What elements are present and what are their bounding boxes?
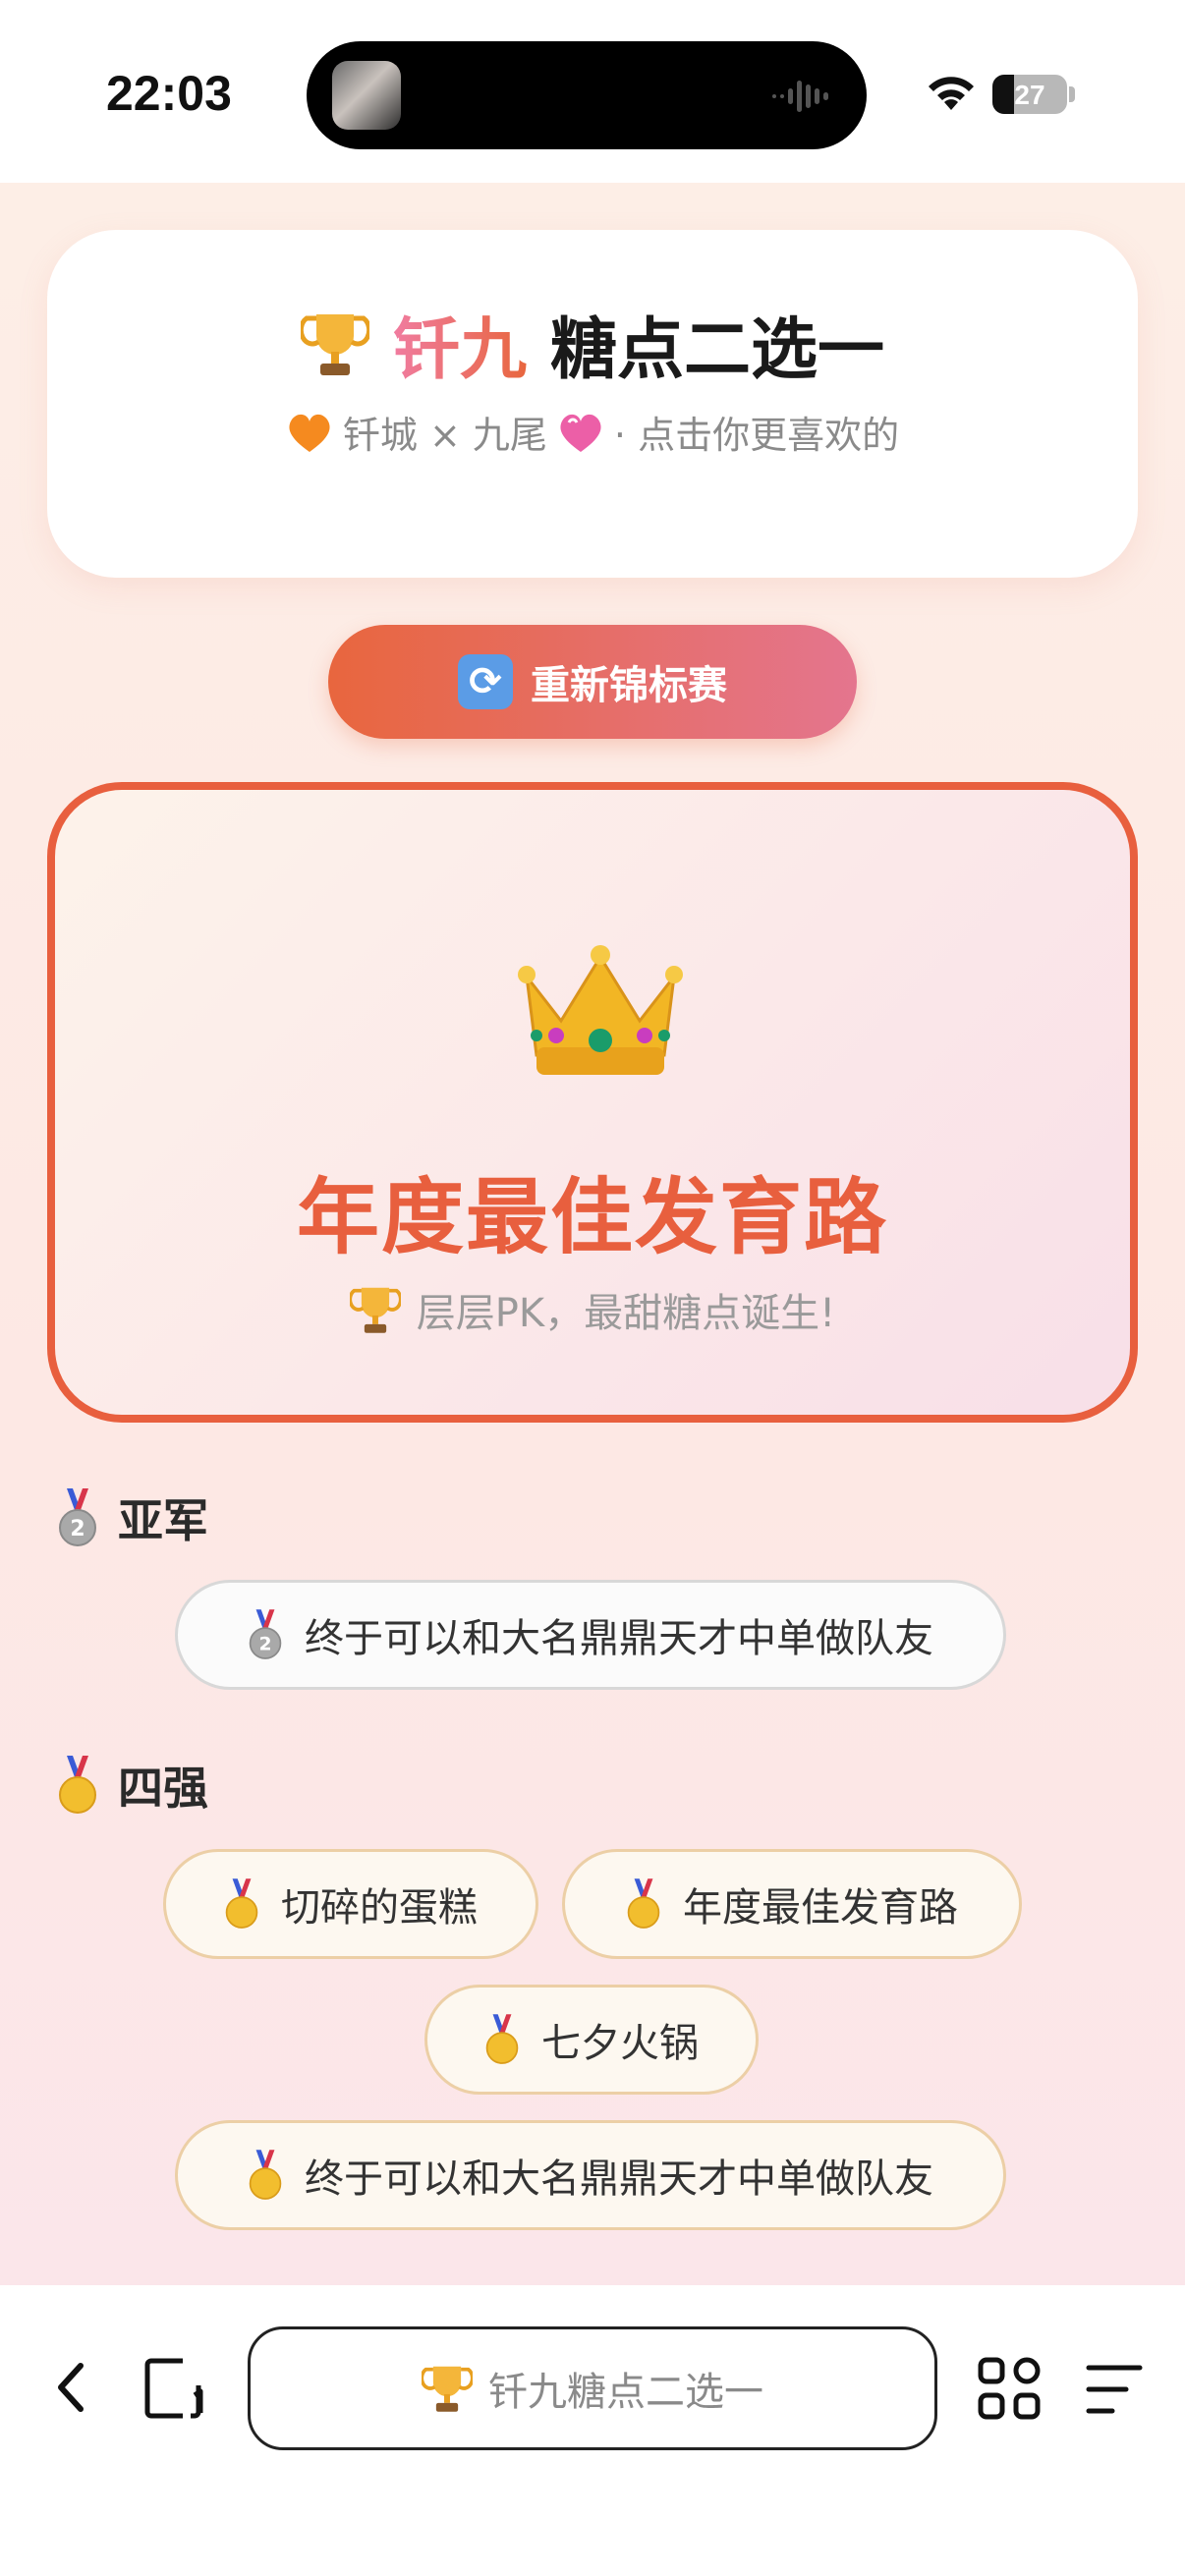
top-four-item[interactable]: 七夕火锅	[424, 1985, 759, 2095]
top-four-label: 年度最佳发育路	[683, 1885, 958, 1931]
svg-text:2: 2	[258, 1634, 271, 1654]
battery-level: 27	[1014, 80, 1045, 110]
medal-icon	[249, 2150, 282, 2200]
audio-waveform-icon	[772, 81, 828, 112]
tabs-icon[interactable]	[143, 2356, 208, 2421]
champion-name: 年度最佳发育路	[296, 1169, 888, 1265]
medal-icon	[225, 1878, 258, 1929]
orange-heart-icon	[289, 414, 330, 452]
champion-subtitle: 层层PK，最甜糖点诞生!	[55, 1281, 1130, 1338]
wifi-icon	[929, 77, 974, 110]
page-title: 钎九 糖点二选一	[47, 295, 1138, 392]
medal-icon	[59, 1756, 96, 1814]
silver-medal-icon: 2	[59, 1488, 96, 1546]
medal-icon	[627, 1878, 660, 1929]
status-bar: 22:03 27	[0, 0, 1185, 183]
top-four-item[interactable]: 终于可以和大名鼎鼎天才中单做队友	[175, 2120, 1006, 2230]
runner-up-item[interactable]: 2 终于可以和大名鼎鼎天才中单做队友	[175, 1580, 1006, 1690]
subtitle-tail: · 点击你更喜欢的	[613, 414, 900, 457]
top-four-label: 切碎的蛋糕	[281, 1885, 478, 1931]
grid-menu-icon[interactable]	[977, 2356, 1042, 2421]
trophy-icon	[300, 313, 369, 375]
top-four-label: 七夕火锅	[541, 2021, 699, 2066]
address-bar[interactable]: 钎九糖点二选一	[248, 2326, 937, 2450]
trophy-icon	[422, 2366, 473, 2412]
subtitle-text: 钎城 × 九尾	[342, 414, 547, 457]
svg-text:2: 2	[70, 1517, 85, 1541]
top-four-item[interactable]: 年度最佳发育路	[562, 1849, 1022, 1959]
top-four-item[interactable]: 切碎的蛋糕	[163, 1849, 538, 1959]
menu-icon[interactable]	[1085, 2362, 1144, 2417]
page-subtitle: 钎城 × 九尾 · 点击你更喜欢的	[47, 405, 1138, 459]
silver-medal-icon: 2	[249, 1609, 282, 1659]
champion-subtitle-text: 层层PK，最甜糖点诞生!	[416, 1291, 836, 1336]
top-four-title: 四强	[118, 1762, 208, 1815]
status-time: 22:03	[106, 66, 232, 121]
champion-card: 年度最佳发育路 层层PK，最甜糖点诞生!	[47, 782, 1138, 1423]
restart-tournament-button[interactable]: ⟳ 重新锦标赛	[328, 625, 857, 739]
refresh-icon: ⟳	[458, 654, 513, 709]
address-text: 钎九糖点二选一	[488, 2370, 763, 2415]
now-playing-album-art[interactable]	[332, 61, 401, 130]
title-accent: 钎九	[393, 295, 527, 392]
medal-icon	[485, 2014, 519, 2064]
battery-icon: 27	[992, 75, 1067, 114]
header-card: 钎九 糖点二选一 钎城 × 九尾 · 点击你更喜欢的	[47, 230, 1138, 578]
restart-label: 重新锦标赛	[531, 663, 727, 708]
trophy-icon	[349, 1287, 401, 1333]
runner-up-label: 终于可以和大名鼎鼎天才中单做队友	[305, 1616, 933, 1661]
title-text: 糖点二选一	[550, 311, 885, 389]
back-icon[interactable]	[51, 2358, 90, 2417]
runner-up-title: 亚军	[118, 1494, 208, 1547]
crown-icon	[518, 945, 683, 1075]
browser-toolbar: 钎九糖点二选一	[0, 2285, 1185, 2576]
pink-heart-icon	[560, 414, 601, 452]
runner-up-heading: 2 亚军	[57, 1485, 208, 1550]
dynamic-island[interactable]	[307, 41, 867, 149]
battery-tip	[1069, 86, 1075, 102]
top-four-heading: 四强	[57, 1753, 208, 1818]
top-four-label: 终于可以和大名鼎鼎天才中单做队友	[305, 2156, 933, 2202]
